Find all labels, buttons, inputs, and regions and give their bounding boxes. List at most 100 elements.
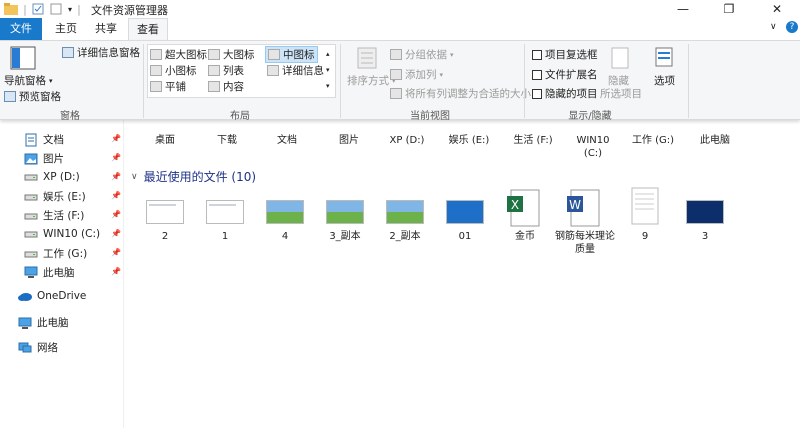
- tiles-icon: [150, 81, 162, 92]
- layout-scroll-icon[interactable]: ▴ ▾ ▾: [326, 46, 330, 94]
- sidebar-item[interactable]: WIN10 (C:): [24, 227, 100, 241]
- layout-medium-icons[interactable]: 中图标: [265, 46, 318, 63]
- layout-extra-large-icons[interactable]: 超大图标: [150, 47, 207, 62]
- frequent-folder[interactable]: XP (D:): [379, 134, 435, 147]
- layout-details[interactable]: 详细信息: [267, 63, 324, 78]
- excel-thumbnail-icon: X: [507, 189, 540, 227]
- frequent-folder[interactable]: 下载: [199, 134, 255, 147]
- new-folder-icon[interactable]: [50, 3, 62, 15]
- recent-file-label: 钢筋每米理论质量: [555, 231, 615, 255]
- content-icon: [208, 81, 220, 92]
- recent-file-label: 2: [161, 231, 169, 242]
- close-button[interactable]: ✕: [754, 0, 800, 18]
- pin-icon[interactable]: 📌: [111, 248, 121, 257]
- recent-file-label: 1: [221, 231, 229, 242]
- layout-list[interactable]: 列表: [208, 63, 244, 78]
- svg-text:W: W: [569, 198, 581, 212]
- sidebar-item[interactable]: XP (D:): [24, 170, 80, 184]
- drive-icon: [24, 251, 38, 257]
- layout-small-icons[interactable]: 小图标: [150, 63, 197, 78]
- sidebar-item[interactable]: 工作 (G:): [24, 246, 87, 261]
- help-icon[interactable]: ?: [786, 21, 798, 33]
- layout-large-icons[interactable]: 大图标: [208, 47, 255, 62]
- frequent-folder[interactable]: 生活 (F:): [505, 134, 561, 147]
- frequent-folder-label: 文档: [277, 135, 297, 146]
- group-by-button[interactable]: 分组依据 ▾: [390, 47, 454, 62]
- frequent-folder[interactable]: 文档: [259, 134, 315, 147]
- add-columns-button[interactable]: 添加列 ▾: [390, 67, 443, 82]
- layout-content[interactable]: 内容: [208, 79, 244, 94]
- sidebar-item[interactable]: 此电脑: [24, 265, 75, 280]
- extra-large-icons-icon: [150, 49, 162, 60]
- list-icon: [208, 65, 220, 76]
- pin-icon[interactable]: 📌: [111, 153, 121, 162]
- pin-icon[interactable]: 📌: [111, 172, 121, 181]
- minimize-button[interactable]: —: [660, 0, 706, 18]
- preview-pane-button[interactable]: 预览窗格: [4, 89, 61, 104]
- pin-icon[interactable]: 📌: [111, 134, 121, 143]
- collapse-ribbon-icon[interactable]: ∨: [770, 22, 777, 32]
- file-extensions-toggle[interactable]: 文件扩展名: [532, 67, 598, 82]
- frequent-folder[interactable]: 桌面: [137, 134, 193, 147]
- dark-thumbnail-icon: [686, 200, 724, 224]
- layout-tiles[interactable]: 平铺: [150, 79, 186, 94]
- item-checkboxes-toggle[interactable]: 项目复选框: [532, 47, 598, 62]
- frequent-folder[interactable]: 此电脑: [687, 134, 743, 147]
- chevron-down-icon[interactable]: ∨: [131, 172, 138, 182]
- sidebar-item-label: 此电脑: [43, 267, 75, 279]
- hidden-items-toggle[interactable]: 隐藏的项目: [532, 86, 598, 101]
- sidebar-item-label: 网络: [37, 342, 58, 354]
- frequent-folder-label: WIN10 (C:): [576, 135, 610, 159]
- large-icons-icon: [208, 49, 220, 60]
- recent-file-label: 2_副本: [389, 231, 421, 242]
- options-icon: [655, 47, 673, 67]
- maximize-button[interactable]: ❐: [706, 0, 752, 18]
- sidebar-item-network[interactable]: 网络: [18, 340, 58, 355]
- sidebar-item[interactable]: 图片: [24, 151, 64, 166]
- frequent-folder-label: 生活 (F:): [513, 135, 553, 146]
- sidebar-item[interactable]: 文档: [24, 132, 64, 147]
- sidebar-item[interactable]: 生活 (F:): [24, 208, 84, 223]
- sidebar-item-label: OneDrive: [37, 290, 87, 302]
- pin-icon[interactable]: 📌: [111, 191, 121, 200]
- tab-home[interactable]: 主页: [48, 18, 84, 40]
- pin-icon[interactable]: 📌: [111, 267, 121, 276]
- recent-files-header[interactable]: ∨ 最近使用的文件 (10): [131, 168, 256, 185]
- recent-file-label: 01: [458, 231, 472, 242]
- recent-file-label: 9: [641, 231, 649, 242]
- sidebar-item-this-pc[interactable]: 此电脑: [18, 315, 69, 330]
- navigation-pane-button[interactable]: 导航窗格 ▾: [4, 73, 53, 88]
- folder-icon[interactable]: [4, 3, 18, 15]
- doc-white-thumbnail-icon: [206, 200, 244, 224]
- pin-icon[interactable]: 📌: [111, 210, 121, 219]
- sidebar-item-label: 图片: [43, 153, 64, 165]
- sidebar-item[interactable]: 娱乐 (E:): [24, 189, 86, 204]
- pin-icon[interactable]: 📌: [111, 229, 121, 238]
- preview-pane-icon: [4, 91, 16, 102]
- navigation-pane-icon[interactable]: [10, 46, 36, 70]
- group-label-show-hide: 显示/隐藏: [568, 111, 612, 122]
- divider: [524, 44, 525, 118]
- options-button[interactable]: 选项: [654, 73, 675, 88]
- details-pane-button[interactable]: 详细信息窗格: [62, 45, 140, 60]
- sidebar-item-onedrive[interactable]: OneDrive: [18, 290, 86, 302]
- sort-by-button[interactable]: 排序方式 ▾: [347, 73, 396, 88]
- sidebar-item-label: XP (D:): [43, 171, 80, 183]
- size-columns-button[interactable]: 将所有列调整为合适的大小: [390, 86, 531, 101]
- checkbox-icon: [532, 69, 542, 80]
- recent-file-label: 4: [281, 231, 289, 242]
- frequent-folder[interactable]: 娱乐 (E:): [441, 134, 497, 147]
- sidebar-item-label: 此电脑: [37, 317, 69, 329]
- frequent-folder[interactable]: 图片: [321, 134, 377, 147]
- group-label-panes: 窗格: [60, 111, 80, 122]
- hide-selected-label: 所选项目: [600, 88, 642, 100]
- properties-icon[interactable]: [32, 3, 44, 15]
- medium-icons-icon: [268, 49, 280, 60]
- tab-share[interactable]: 共享: [88, 18, 124, 40]
- add-columns-icon: [390, 69, 402, 80]
- sidebar-item-label: 工作 (G:): [43, 248, 88, 260]
- frequent-folder[interactable]: WIN10 (C:): [565, 134, 621, 160]
- frequent-folder[interactable]: 工作 (G:): [625, 134, 681, 147]
- tab-view[interactable]: 查看: [128, 18, 168, 41]
- tab-file[interactable]: 文件: [0, 18, 42, 40]
